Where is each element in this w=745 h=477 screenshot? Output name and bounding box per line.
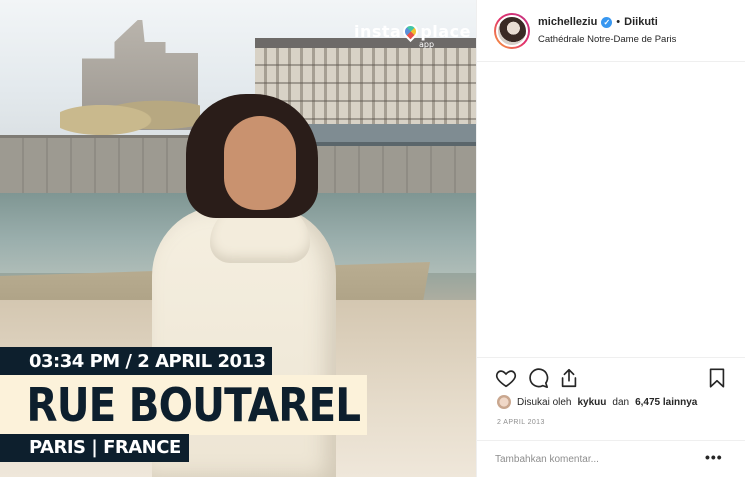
post-side-panel: michelleziu ✓ • Diikuti Cathédrale Notre… xyxy=(476,0,745,477)
likes-count-link[interactable]: 6,475 lainnya xyxy=(635,397,697,408)
avatar[interactable] xyxy=(494,13,530,49)
caption-place: PARIS | FRANCE xyxy=(0,434,189,462)
bookmark-icon[interactable] xyxy=(706,367,728,389)
follow-status-button[interactable]: Diikuti xyxy=(624,16,658,28)
share-icon[interactable] xyxy=(558,367,580,389)
caption-datetime: 03:34 PM / 2 APRIL 2013 xyxy=(0,347,272,376)
location-link[interactable]: Cathédrale Notre-Dame de Paris xyxy=(538,34,676,45)
photo-bridge xyxy=(298,124,476,146)
username-link[interactable]: michelleziu xyxy=(538,16,597,28)
liker-avatar[interactable] xyxy=(497,395,511,409)
likes-summary: Disukai oleh kykuu dan 6,475 lainnya xyxy=(497,395,697,409)
user-line: michelleziu ✓ • Diikuti xyxy=(538,16,658,28)
likes-prefix: Disukai oleh xyxy=(517,396,572,408)
logo-subtext: app xyxy=(419,40,435,49)
post-actions: Disukai oleh kykuu dan 6,475 lainnya 2 A… xyxy=(477,357,745,477)
separator-dot: • xyxy=(616,16,621,28)
comment-input[interactable] xyxy=(495,451,695,467)
post-photo[interactable]: insta place app 03:34 PM / 2 APRIL 2013 … xyxy=(0,0,476,477)
photo-person-face xyxy=(224,116,296,210)
more-options-icon[interactable]: ••• xyxy=(705,449,723,465)
comment-icon[interactable] xyxy=(527,367,549,389)
caption-title: RUE BOUTAREL xyxy=(0,375,368,435)
heart-icon[interactable] xyxy=(495,367,517,389)
instaplace-logo: insta place xyxy=(354,20,471,43)
logo-text-insta: insta xyxy=(354,22,402,41)
verified-badge-icon: ✓ xyxy=(601,16,613,28)
map-pin-icon xyxy=(400,20,422,43)
post-header: michelleziu ✓ • Diikuti Cathédrale Notre… xyxy=(477,0,745,62)
photo-trees xyxy=(60,90,200,140)
logo-text-place: place xyxy=(420,22,471,41)
avatar-image xyxy=(496,15,528,47)
liker-username-link[interactable]: kykuu xyxy=(577,397,606,408)
likes-middle: dan xyxy=(612,396,630,408)
post-date[interactable]: 2 APRIL 2013 xyxy=(497,419,545,426)
comment-bar: ••• xyxy=(477,440,745,477)
